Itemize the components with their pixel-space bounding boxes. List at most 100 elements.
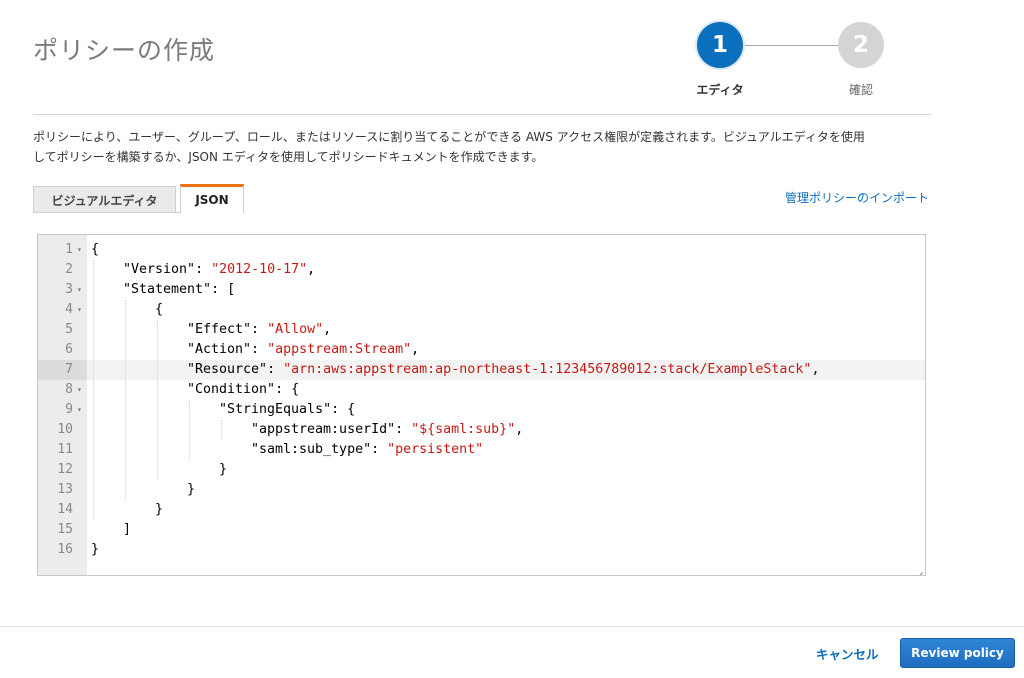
step-2-indicator: 2 [838, 22, 884, 68]
code-line[interactable]: 14} [38, 500, 925, 520]
code-line[interactable]: 8 ▾ "Condition": { [38, 380, 925, 400]
code-line[interactable]: 2 "Version": "2012-10-17", [38, 260, 925, 280]
line-number: 6 [65, 342, 73, 357]
json-punctuation: , [411, 342, 420, 357]
code-line[interactable]: 15] [38, 520, 925, 540]
description-line-1: ポリシーにより、ユーザー、グループ、ロール、またはリソースに割り当てることができ… [33, 130, 865, 144]
page-description: ポリシーにより、ユーザー、グループ、ロール、またはリソースに割り当てることができ… [33, 127, 943, 167]
json-punctuation: { [155, 302, 164, 317]
header-divider [33, 114, 931, 115]
code-text: "Action": "appstream:Stream", [187, 340, 419, 360]
code-line-highlight [87, 460, 925, 480]
review-policy-button[interactable]: Review policy [900, 638, 1015, 668]
fold-arrow-icon[interactable]: ▾ [77, 240, 82, 260]
json-key: "Resource" [187, 362, 268, 377]
code-text: "saml:sub_type": "persistent" [251, 440, 483, 460]
fold-arrow-icon[interactable]: ▾ [77, 380, 82, 400]
stepper-connector [745, 45, 840, 46]
code-text: { [91, 240, 99, 260]
json-key: "StringEquals" [219, 402, 332, 417]
json-punctuation: } [155, 502, 164, 517]
code-text: { [155, 300, 163, 320]
line-number: 11 [57, 442, 73, 457]
json-punctuation: : [251, 342, 268, 357]
json-punctuation: : [371, 442, 388, 457]
code-text: "Condition": { [187, 380, 299, 400]
code-line-highlight [87, 440, 925, 460]
fold-arrow-icon[interactable]: ▾ [77, 300, 82, 320]
line-number: 7 [38, 360, 87, 380]
code-line[interactable]: 11 "saml:sub_type": "persistent" [38, 440, 925, 460]
page-title: ポリシーの作成 [33, 35, 216, 65]
line-number: 5 [65, 322, 73, 337]
json-string-value: "appstream:Stream" [267, 342, 412, 357]
code-line-highlight [87, 400, 925, 420]
indent-guide [157, 320, 158, 480]
code-text: ] [123, 520, 131, 540]
code-text: "Resource": "arn:aws:appstream:ap-northe… [187, 360, 819, 380]
json-key: "Statement" [123, 282, 212, 297]
indent-guide [93, 260, 94, 520]
code-line-highlight [87, 540, 925, 560]
json-punctuation: , [515, 422, 524, 437]
import-managed-policy-link[interactable]: 管理ポリシーのインポート [785, 189, 929, 206]
code-line[interactable]: 16} [38, 540, 925, 560]
code-text: } [91, 540, 99, 560]
indent-guide [125, 300, 126, 500]
tab-divider [33, 212, 180, 213]
line-number: 2 [65, 262, 73, 277]
json-key: "saml:sub_type" [251, 442, 372, 457]
code-text: "appstream:userId": "${saml:sub}", [251, 420, 523, 440]
code-line[interactable]: 10 "appstream:userId": "${saml:sub}", [38, 420, 925, 440]
json-string-value: "Allow" [267, 322, 324, 337]
code-line-highlight [87, 500, 925, 520]
code-line-highlight [87, 520, 925, 540]
fold-arrow-icon[interactable]: ▾ [77, 400, 82, 420]
code-line[interactable]: 7 "Resource": "arn:aws:appstream:ap-north… [38, 360, 925, 380]
indent-guide [221, 420, 222, 440]
code-line-highlight [87, 480, 925, 500]
code-line[interactable]: 4 ▾{ [38, 300, 925, 320]
code-line[interactable]: 12} [38, 460, 925, 480]
tab-json[interactable]: JSON [180, 184, 244, 213]
code-text: } [187, 480, 195, 500]
json-string-value: "persistent" [387, 442, 484, 457]
json-punctuation: : { [331, 402, 356, 417]
json-key: "Effect" [187, 322, 252, 337]
code-line[interactable]: 6 "Action": "appstream:Stream", [38, 340, 925, 360]
code-line[interactable]: 3 ▾ "Statement": [ [38, 280, 925, 300]
json-key: "appstream:userId" [251, 422, 396, 437]
json-editor[interactable]: 1 ▾{2 "Version": "2012-10-17", 3 ▾ "Statement… [37, 234, 926, 576]
json-punctuation: , [307, 262, 316, 277]
json-punctuation: { [91, 242, 100, 257]
code-text: "Version": "2012-10-17", [123, 260, 315, 280]
code-line[interactable]: 5 "Effect": "Allow", [38, 320, 925, 340]
line-number: 16 [57, 542, 73, 557]
resize-handle-icon[interactable] [913, 563, 923, 573]
cancel-button[interactable]: キャンセル [816, 644, 879, 663]
json-string-value: "arn:aws:appstream:ap-northeast-1:123456… [283, 362, 812, 377]
code-line[interactable]: 1 ▾{ [38, 240, 925, 260]
code-text: } [155, 500, 163, 520]
json-punctuation: } [187, 482, 196, 497]
code-text: "Effect": "Allow", [187, 320, 331, 340]
json-punctuation: } [219, 462, 228, 477]
json-punctuation: : [195, 262, 212, 277]
code-line-highlight [87, 300, 925, 320]
code-line-highlight [87, 240, 925, 260]
fold-arrow-icon[interactable]: ▾ [77, 280, 82, 300]
json-punctuation: : { [275, 382, 300, 397]
step-1-indicator: 1 [697, 22, 743, 68]
json-key: "Version" [123, 262, 196, 277]
code-line[interactable]: 13} [38, 480, 925, 500]
description-line-2: してポリシーを構築するか、JSON エディタを使用してポリシードキュメントを作成… [33, 150, 544, 164]
indent-guide [189, 400, 190, 460]
code-text: "Statement": [ [123, 280, 235, 300]
json-punctuation: , [811, 362, 820, 377]
json-string-value: "2012-10-17" [211, 262, 308, 277]
code-text: } [219, 460, 227, 480]
code-line[interactable]: 9 ▾ "StringEquals": { [38, 400, 925, 420]
footer-divider [0, 626, 1024, 627]
json-punctuation: ] [123, 522, 132, 537]
tab-visual-editor[interactable]: ビジュアルエディタ [33, 186, 176, 213]
